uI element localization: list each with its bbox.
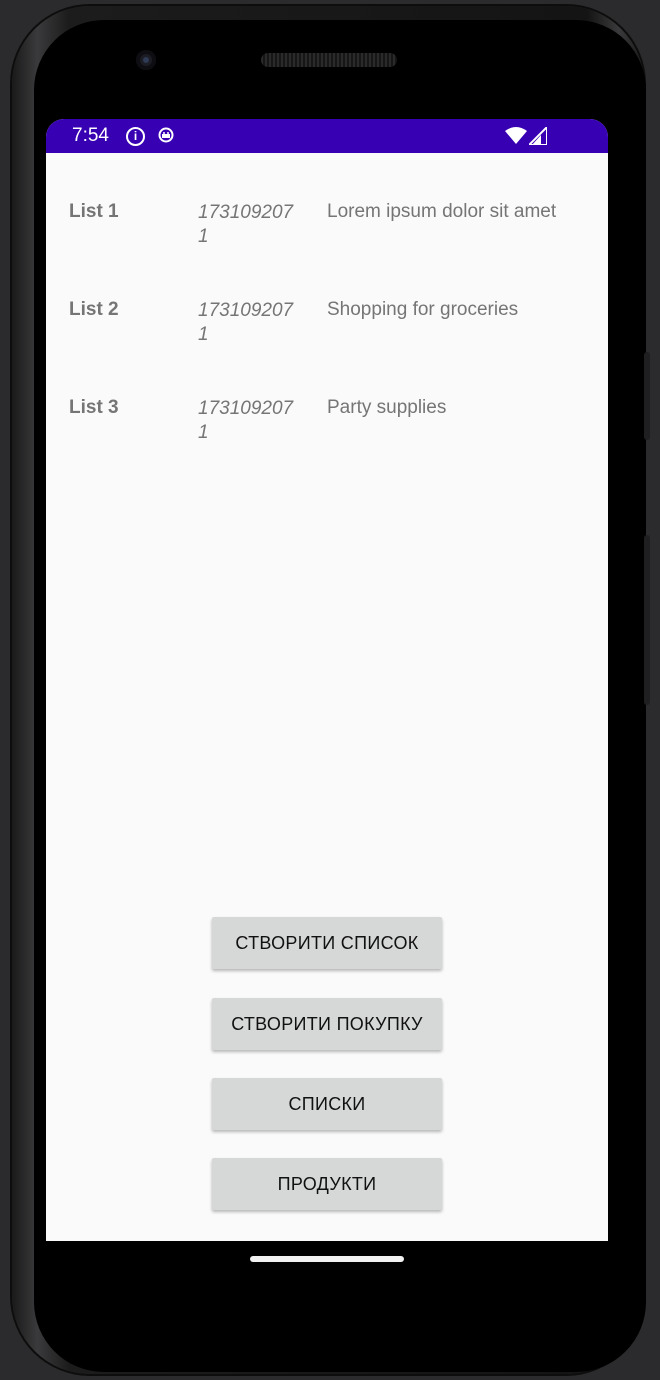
list-name: List 3 [69, 397, 119, 418]
status-time: 7:54 [72, 125, 109, 146]
gesture-nav-handle[interactable] [250, 1256, 404, 1262]
list-description: Lorem ipsum dolor sit amet [327, 201, 557, 222]
wifi-icon [505, 127, 527, 144]
power-button [644, 535, 650, 705]
list-item[interactable]: List 3 1731092071 Party supplies [46, 397, 608, 477]
list-date: 1731092071 [198, 202, 294, 247]
products-button[interactable]: ПРОДУКТИ [212, 1158, 442, 1210]
volume-button [644, 352, 650, 440]
android-debug-icon [158, 127, 174, 143]
create-purchase-button[interactable]: СТВОРИТИ ПОКУПКУ [212, 998, 442, 1050]
lists-button[interactable]: СПИСКИ [212, 1078, 442, 1130]
list-item[interactable]: List 2 1731092071 Shopping for groceries [46, 299, 608, 379]
list-item[interactable]: List 1 1731092071 Lorem ipsum dolor sit … [46, 201, 608, 281]
list-date: 1731092071 [198, 300, 294, 345]
list-name: List 2 [69, 299, 119, 320]
list-description: Shopping for groceries [327, 299, 519, 320]
list-description: Party supplies [327, 397, 447, 418]
front-camera [136, 50, 156, 70]
earpiece-speaker [261, 53, 397, 67]
status-bar: 7:54 i [46, 119, 608, 153]
cell-signal-icon [529, 127, 547, 145]
info-icon: i [126, 127, 145, 146]
create-list-button[interactable]: СТВОРИТИ СПИСОК [212, 917, 442, 969]
list-date: 1731092071 [198, 398, 294, 443]
app-screen: 7:54 i List 1 1731092071 Lorem ipsum dol… [46, 119, 608, 1241]
list-name: List 1 [69, 201, 119, 222]
